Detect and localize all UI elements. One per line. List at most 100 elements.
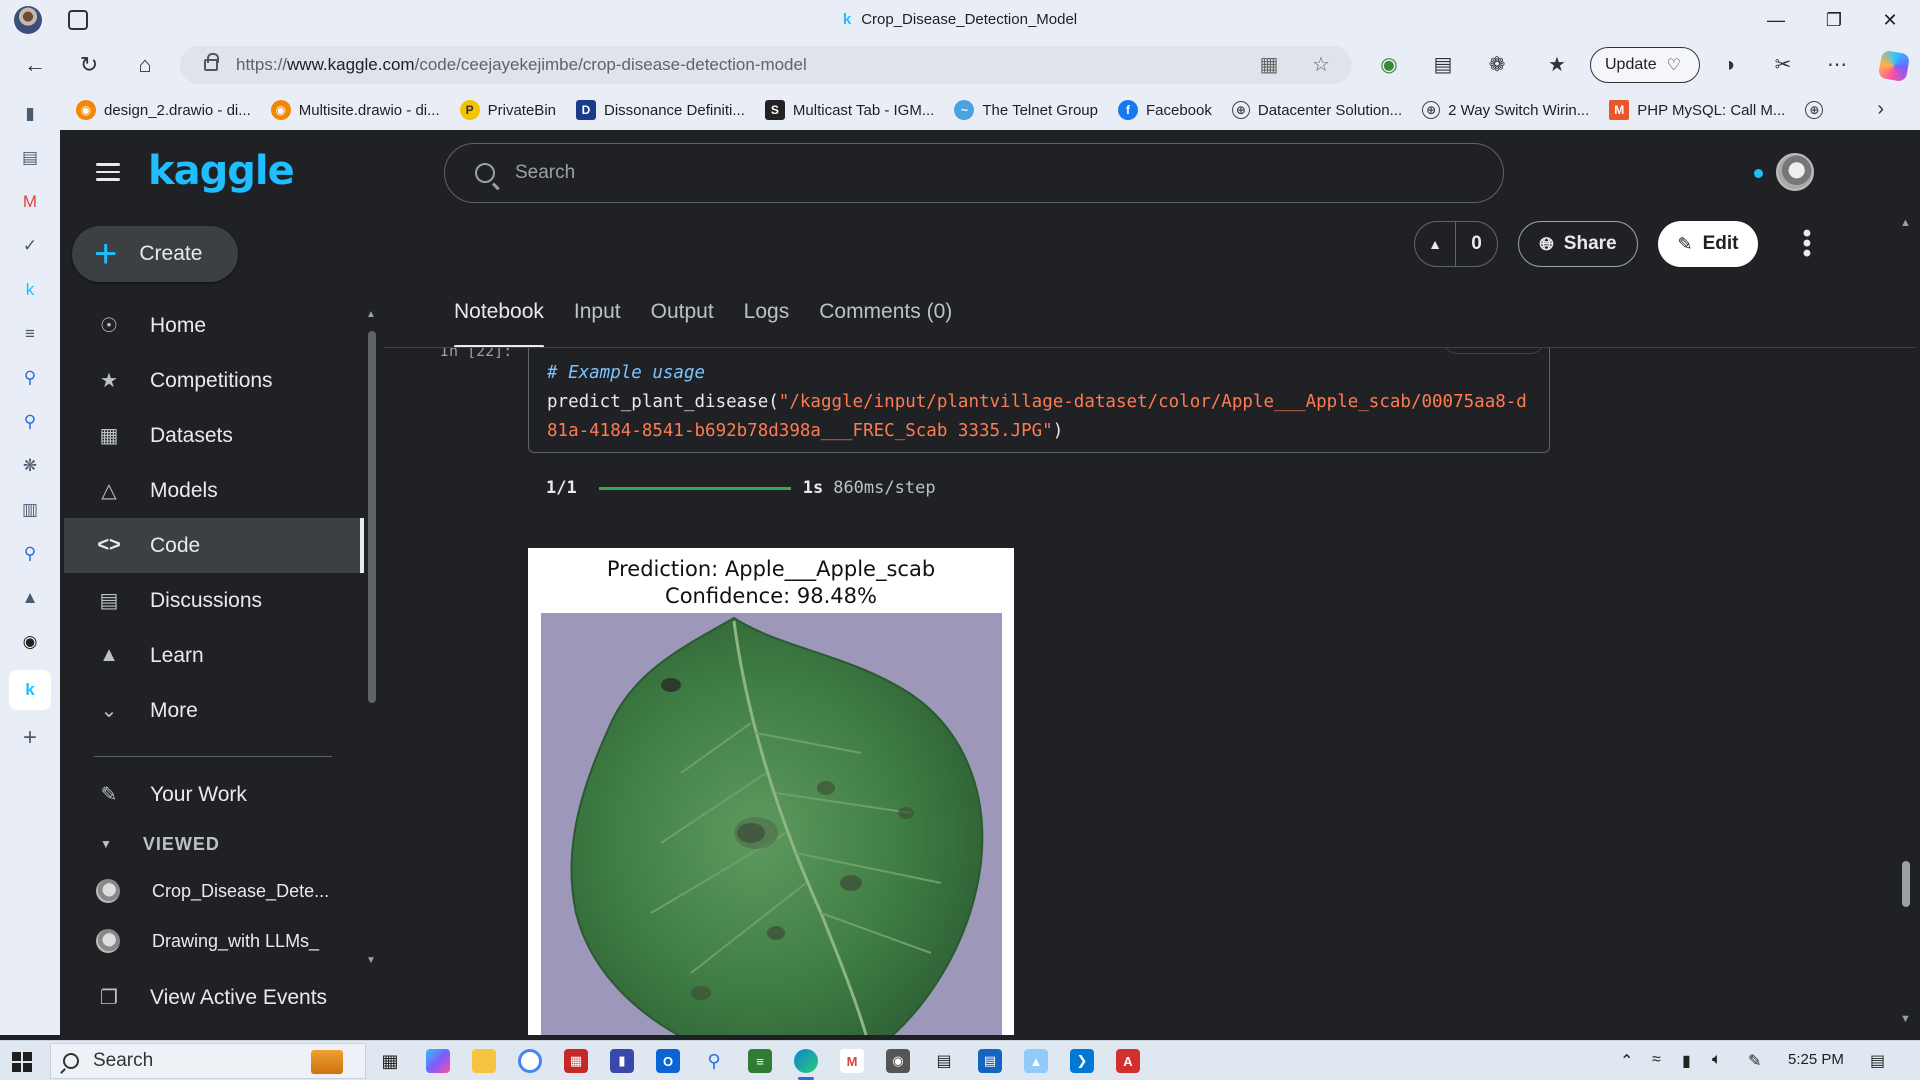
app-icon[interactable]: ◉ <box>886 1049 910 1073</box>
scroll-down-icon[interactable]: ▼ <box>1900 1013 1911 1025</box>
search-side-icon[interactable]: ⚲ <box>18 542 42 566</box>
tab-notebook[interactable]: Notebook <box>454 288 544 348</box>
gmail-taskbar-icon[interactable]: M <box>840 1049 864 1073</box>
viewed-section-toggle[interactable]: ▼ VIEWED <box>64 822 364 866</box>
tab-comments[interactable]: Comments (0) <box>819 288 952 348</box>
settings-more-icon[interactable]: ⋯ <box>1824 52 1850 78</box>
update-button[interactable]: Update ♡ <box>1590 47 1700 83</box>
nav-item-competitions[interactable]: ★ Competitions <box>64 353 364 408</box>
app-icon[interactable]: ▤ <box>978 1049 1002 1073</box>
tasks-icon[interactable]: ✓ <box>18 234 42 258</box>
search-input[interactable]: Search <box>444 143 1504 203</box>
scroll-down-icon[interactable]: ▼ <box>366 955 376 966</box>
screenshot-icon[interactable]: ✂ <box>1770 52 1796 78</box>
kaggle-logo[interactable]: kaggle <box>148 148 295 194</box>
back-button[interactable]: ← <box>18 48 52 82</box>
kaggle-side-icon[interactable]: k <box>18 278 42 302</box>
share-button[interactable]: 🌐︎ Share <box>1518 221 1638 267</box>
snipping-icon[interactable]: ▤ <box>932 1049 956 1073</box>
browser-essentials-icon[interactable]: ◑ <box>1716 52 1742 78</box>
vscode-icon[interactable]: ❯ <box>1070 1049 1094 1073</box>
bookmark-item[interactable]: ◉ design_2.drawio - di... <box>76 100 251 120</box>
tab-output[interactable]: Output <box>651 288 714 348</box>
app-icon[interactable]: ▲ <box>1024 1049 1048 1073</box>
edit-button[interactable]: ✎ Edit <box>1658 221 1758 267</box>
translate-icon[interactable]: ≡ <box>18 322 42 346</box>
more-options-icon[interactable]: • • • <box>1802 222 1812 266</box>
nav-item-datasets[interactable]: ▦ Datasets <box>64 408 364 463</box>
copilot-taskbar-icon[interactable] <box>426 1049 450 1073</box>
bookmark-item[interactable]: f Facebook <box>1117 100 1212 120</box>
gmail-icon[interactable]: M <box>18 190 42 214</box>
wifi-icon[interactable]: ≈ <box>1652 1051 1661 1069</box>
openai-icon[interactable]: ❋ <box>18 454 42 478</box>
windows-start-icon[interactable] <box>12 1052 32 1072</box>
address-bar[interactable]: https://www.kaggle.com/code/ceejayekejim… <box>180 46 1352 84</box>
bookmark-item[interactable]: ⊕ 2 Way Switch Wirin... <box>1422 101 1589 119</box>
vertical-tabs-icon[interactable]: ▮ <box>18 102 42 126</box>
upvote-control[interactable]: ▲ 0 <box>1414 221 1498 267</box>
tab-logs[interactable]: Logs <box>744 288 790 348</box>
bookmark-item[interactable]: ◉ Multisite.drawio - di... <box>270 100 440 120</box>
create-button[interactable]: + Create <box>72 226 238 282</box>
close-window-button[interactable]: ✕ <box>1862 0 1918 40</box>
scroll-up-icon[interactable]: ▲ <box>366 309 376 320</box>
cc-icon[interactable]: ▥ <box>18 498 42 522</box>
taskbar-clock[interactable]: 5:25 PM <box>1788 1051 1844 1068</box>
restore-button[interactable]: ❐ <box>1806 0 1862 40</box>
code-cell[interactable]: # Example usage predict_plant_disease("/… <box>528 348 1550 453</box>
scroll-up-icon[interactable]: ▲ <box>1900 217 1911 229</box>
minimize-button[interactable]: — <box>1748 0 1804 40</box>
nav-item-your-work[interactable]: ✎ Your Work <box>64 767 364 822</box>
chrome-icon[interactable] <box>518 1049 542 1073</box>
page-scrollbar[interactable]: ▲ ▼ <box>1896 213 1916 1033</box>
extension-globe-icon[interactable]: ◉ <box>1376 52 1402 78</box>
nav-scroll-thumb[interactable] <box>368 331 376 703</box>
search-side-icon[interactable]: ⚲ <box>18 410 42 434</box>
bookmark-item[interactable]: ⊕ Datacenter Solution... <box>1231 101 1402 119</box>
lock-icon[interactable] <box>204 53 219 71</box>
bookmark-item[interactable]: M PHP MySQL: Call M... <box>1609 100 1785 120</box>
viewed-item[interactable]: Crop_Disease_Dete... <box>64 866 364 916</box>
kaggle-active-side-icon[interactable]: k <box>9 670 51 710</box>
add-icon[interactable]: + <box>18 724 42 751</box>
bookmark-item[interactable]: P PrivateBin <box>459 100 556 120</box>
bookmark-item[interactable]: ⊕ <box>1805 101 1831 119</box>
chevron-right-icon[interactable]: › <box>1877 98 1884 121</box>
user-avatar[interactable] <box>1776 153 1814 191</box>
tray-chevron-icon[interactable]: ⌃ <box>1620 1051 1633 1071</box>
notification-dot[interactable] <box>1754 169 1763 178</box>
favorites-icon[interactable]: ★ <box>1544 52 1570 78</box>
bookmark-item[interactable]: S Multicast Tab - IGM... <box>764 100 934 120</box>
nav-item-learn[interactable]: ▲ Learn <box>64 628 364 683</box>
nav-item-code[interactable]: <> Code <box>64 518 364 573</box>
search-side-icon[interactable]: ⚲ <box>18 366 42 390</box>
file-explorer-icon[interactable] <box>472 1049 496 1073</box>
taskbar-search[interactable]: Search <box>50 1043 366 1079</box>
app-icon[interactable]: ▮ <box>610 1049 634 1073</box>
upvote-arrow-icon[interactable]: ▲ <box>1415 221 1457 267</box>
bookmark-item[interactable]: D Dissonance Definiti... <box>576 100 745 120</box>
collections-icon[interactable]: ▤ <box>18 146 42 170</box>
tab-input[interactable]: Input <box>574 288 621 348</box>
store-icon[interactable]: ▦ <box>564 1049 588 1073</box>
extensions-puzzle-icon[interactable]: ❁ <box>1484 52 1510 78</box>
calculator-icon[interactable]: ≡ <box>748 1049 772 1073</box>
home-button[interactable]: ⌂ <box>128 48 162 82</box>
hamburger-menu-icon[interactable] <box>96 163 120 181</box>
volume-icon[interactable]: 🔈︎ <box>1712 1051 1722 1069</box>
url-text[interactable]: https://www.kaggle.com/code/ceejayekejim… <box>236 55 807 75</box>
cast-icon[interactable]: ▤ <box>1430 52 1456 78</box>
upload-icon[interactable]: ▲ <box>18 586 42 610</box>
app-available-icon[interactable]: ▦ <box>1258 54 1280 76</box>
nav-item-more[interactable]: ⌄ More <box>64 683 364 738</box>
outlook-icon[interactable]: O <box>656 1049 680 1073</box>
nav-item-home[interactable]: ☉ Home <box>64 298 364 353</box>
page-scroll-thumb[interactable] <box>1902 861 1910 907</box>
nav-item-discussions[interactable]: ▤ Discussions <box>64 573 364 628</box>
notifications-icon[interactable]: ▤ <box>1870 1051 1885 1071</box>
cell-toolbar[interactable] <box>1444 348 1544 354</box>
nav-item-models[interactable]: △ Models <box>64 463 364 518</box>
acrobat-icon[interactable]: A <box>1116 1049 1140 1073</box>
nav-item-view-active-events[interactable]: ❐ View Active Events <box>64 970 364 1025</box>
